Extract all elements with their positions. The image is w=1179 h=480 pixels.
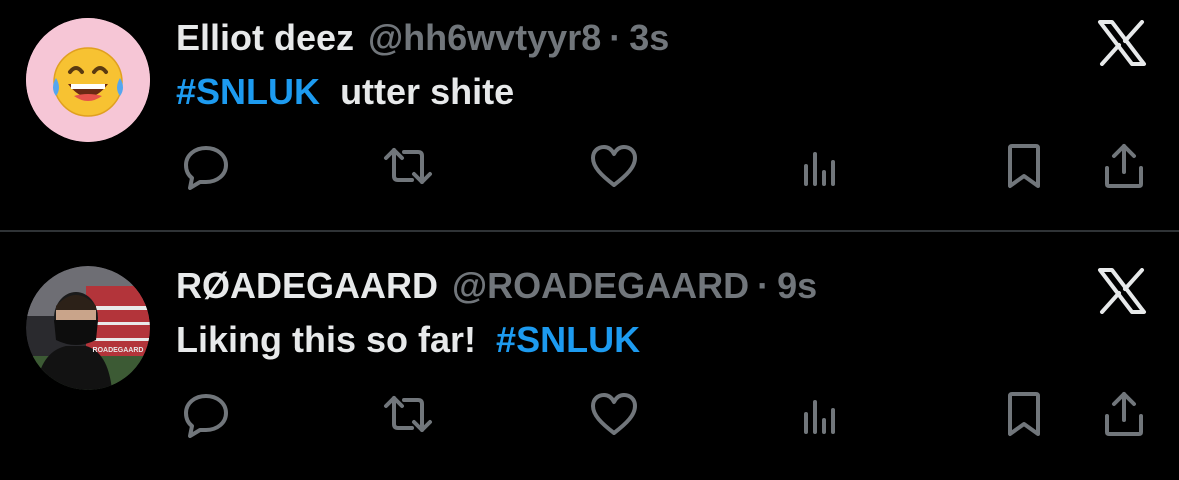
like-button[interactable] bbox=[586, 386, 642, 442]
username-handle[interactable]: @hh6wvtyyr8 bbox=[368, 14, 601, 62]
avatar[interactable] bbox=[26, 18, 150, 142]
x-logo-icon bbox=[1096, 20, 1148, 66]
share-button[interactable] bbox=[1096, 386, 1152, 442]
retweet-icon bbox=[384, 148, 432, 184]
views-button[interactable] bbox=[792, 386, 848, 442]
x-logo-icon bbox=[1096, 268, 1148, 314]
share-icon bbox=[1105, 144, 1143, 188]
separator-dot: · bbox=[757, 265, 770, 306]
tweet-body-text: Liking this so far! bbox=[176, 319, 487, 360]
tweet-text: #SNLUK utter shite bbox=[176, 68, 514, 116]
reply-icon bbox=[184, 146, 228, 190]
tweet-feed: Elliot deez @hh6wvtyyr8 · 3s #SNLUK utte… bbox=[0, 0, 1179, 480]
reply-button[interactable] bbox=[178, 138, 234, 194]
reply-button[interactable] bbox=[178, 386, 234, 442]
like-button[interactable] bbox=[586, 138, 642, 194]
reply-icon bbox=[184, 394, 228, 438]
hashtag-link[interactable]: #SNLUK bbox=[496, 319, 640, 360]
laughing-face-emoji-icon bbox=[26, 18, 150, 142]
retweet-button[interactable] bbox=[380, 138, 436, 194]
tweet-actions bbox=[0, 138, 1179, 194]
tweet[interactable]: Elliot deez @hh6wvtyyr8 · 3s #SNLUK utte… bbox=[0, 0, 1179, 230]
tweet-actions bbox=[0, 386, 1179, 442]
like-icon bbox=[591, 145, 637, 187]
like-icon bbox=[591, 393, 637, 435]
bookmark-button[interactable] bbox=[996, 138, 1052, 194]
tweet[interactable]: ROADEGAARD RØADEGAARD @ROADEGAARD · 9s L… bbox=[0, 232, 1179, 462]
avatar-watermark: ROADEGAARD bbox=[93, 347, 144, 354]
tweet-header: RØADEGAARD @ROADEGAARD · 9s bbox=[176, 262, 817, 310]
views-icon bbox=[804, 152, 835, 186]
views-button[interactable] bbox=[792, 138, 848, 194]
tweet-body-text: utter shite bbox=[340, 71, 515, 112]
share-icon bbox=[1105, 392, 1143, 436]
tweet-body bbox=[330, 71, 340, 112]
bookmark-icon bbox=[1008, 144, 1040, 188]
bookmark-button[interactable] bbox=[996, 386, 1052, 442]
share-button[interactable] bbox=[1096, 138, 1152, 194]
timestamp[interactable]: 3s bbox=[629, 14, 669, 62]
username-handle[interactable]: @ROADEGAARD bbox=[452, 262, 749, 310]
tweet-header: Elliot deez @hh6wvtyyr8 · 3s bbox=[176, 14, 669, 62]
display-name[interactable]: RØADEGAARD bbox=[176, 262, 438, 310]
hashtag-link[interactable]: #SNLUK bbox=[176, 71, 320, 112]
separator-dot: · bbox=[609, 17, 622, 58]
tweet-text: Liking this so far! #SNLUK bbox=[176, 316, 640, 364]
views-icon bbox=[804, 400, 835, 434]
retweet-icon bbox=[384, 396, 432, 432]
retweet-button[interactable] bbox=[380, 386, 436, 442]
bookmark-icon bbox=[1008, 392, 1040, 436]
avatar[interactable]: ROADEGAARD bbox=[26, 266, 150, 390]
masked-person-photo: ROADEGAARD bbox=[26, 266, 150, 390]
timestamp[interactable]: 9s bbox=[777, 262, 817, 310]
display-name[interactable]: Elliot deez bbox=[176, 14, 354, 62]
